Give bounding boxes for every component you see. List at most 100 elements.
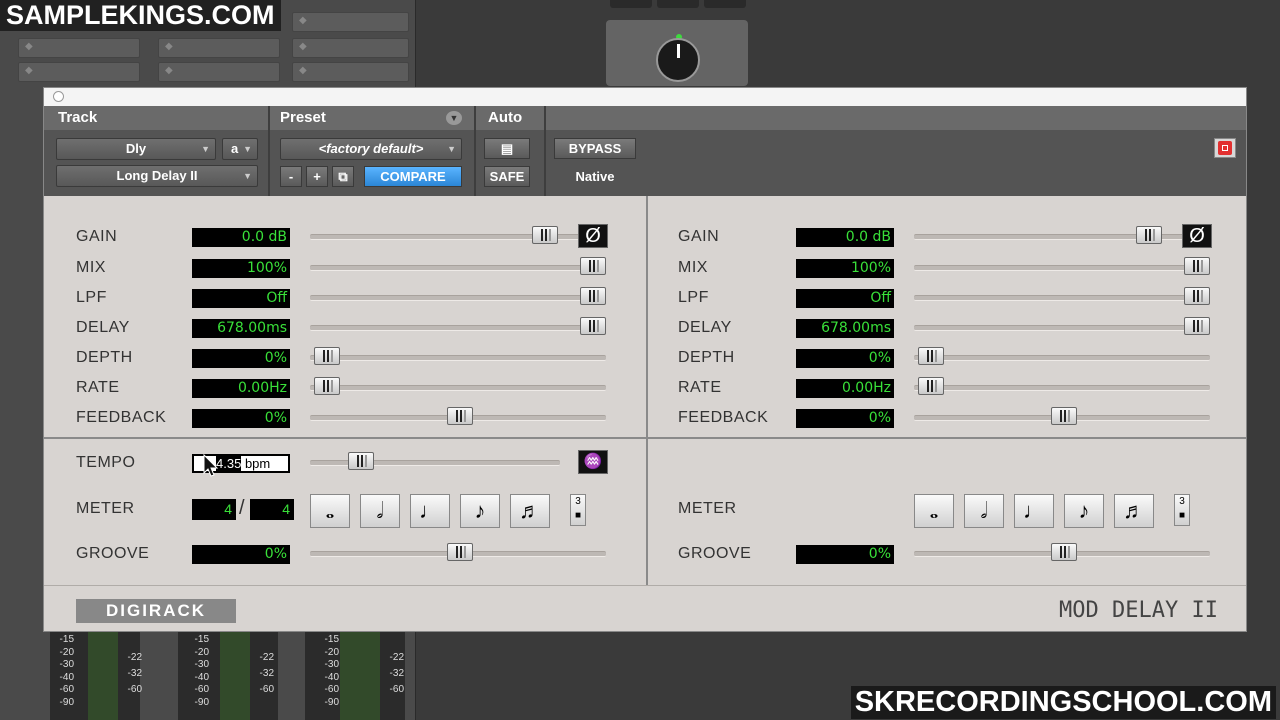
depth-slider-thumb-right[interactable] — [918, 347, 944, 365]
mix-slider[interactable] — [310, 265, 606, 271]
mix-value[interactable]: 100% — [192, 259, 290, 278]
bypass-button[interactable]: BYPASS — [554, 138, 636, 159]
scale-tick: -40 — [59, 671, 74, 683]
mix-value-right[interactable]: 100% — [796, 259, 894, 278]
tempo-slider-thumb[interactable] — [348, 452, 374, 470]
depth-value-right[interactable]: 0% — [796, 349, 894, 368]
top-button[interactable] — [704, 0, 746, 8]
depth-slider-right[interactable] — [914, 355, 1210, 361]
rate-slider-thumb[interactable] — [314, 377, 340, 395]
insert-slot[interactable]: ◆ — [18, 62, 140, 82]
lpf-slider-right[interactable] — [914, 295, 1210, 301]
insert-slot[interactable]: ◆ — [292, 12, 409, 32]
level-meter — [340, 632, 380, 720]
gain-slider-thumb-right[interactable] — [1136, 226, 1162, 244]
track-name-dropdown[interactable]: Dly ▼ — [56, 138, 216, 160]
feedback-slider-thumb[interactable] — [447, 407, 473, 425]
gain-slider-thumb[interactable] — [532, 226, 558, 244]
phase-invert-icon-right[interactable]: Ø — [1182, 224, 1212, 248]
triplet-icon[interactable]: 3 ■ — [570, 494, 586, 526]
delay-slider[interactable] — [310, 325, 606, 331]
depth-value[interactable]: 0% — [192, 349, 290, 368]
delay-slider-right[interactable] — [914, 325, 1210, 331]
rate-slider[interactable] — [310, 385, 606, 391]
pan-knob[interactable] — [656, 38, 700, 82]
insert-slot[interactable]: ◆ — [158, 38, 280, 58]
feedback-value[interactable]: 0% — [192, 409, 290, 428]
previous-preset-button[interactable]: - — [280, 166, 302, 187]
rate-value-right[interactable]: 0.00Hz — [796, 379, 894, 398]
window-close-icon[interactable] — [53, 91, 64, 102]
groove-slider-thumb[interactable] — [447, 543, 473, 561]
gain-value-right[interactable]: 0.0 dB — [796, 228, 894, 247]
mix-slider-right[interactable] — [914, 265, 1210, 271]
gain-value[interactable]: 0.0 dB — [192, 228, 290, 247]
scale-tick: -60 — [259, 684, 274, 695]
top-button[interactable] — [610, 0, 652, 8]
delay-slider-thumb[interactable] — [580, 317, 606, 335]
half-note-icon[interactable]: 𝅗𝅥 — [360, 494, 400, 528]
safe-button[interactable]: SAFE — [484, 166, 530, 187]
delay-value-right[interactable]: 678.00ms — [796, 319, 894, 338]
rate-value[interactable]: 0.00Hz — [192, 379, 290, 398]
mix-slider-thumb[interactable] — [580, 257, 606, 275]
insert-slot[interactable]: ◆ — [158, 62, 280, 82]
gain-label-right: GAIN — [678, 228, 720, 245]
scale-tick: -22 — [127, 652, 142, 663]
feedback-value-right[interactable]: 0% — [796, 409, 894, 428]
delay-value[interactable]: 678.00ms — [192, 319, 290, 338]
scale-tick: -90 — [324, 696, 339, 708]
watermark-bottom-right: SKRECORDINGSCHOOL.COM — [850, 686, 1276, 719]
slot-arrow: ◆ — [299, 15, 307, 26]
preset-dropdown[interactable]: <factory default> ▼ — [280, 138, 462, 160]
window-titlebar[interactable] — [44, 88, 1246, 107]
target-plugin-icon[interactable] — [1214, 138, 1236, 158]
lpf-value-right[interactable]: Off — [796, 289, 894, 308]
groove-value[interactable]: 0% — [192, 545, 290, 564]
gain-slider-right[interactable] — [914, 234, 1210, 240]
mix-slider-thumb-right[interactable] — [1184, 257, 1210, 275]
depth-slider[interactable] — [310, 355, 606, 361]
groove-value-right[interactable]: 0% — [796, 545, 894, 564]
scale-tick: -60 — [324, 684, 339, 695]
feedback-slider-thumb-right[interactable] — [1051, 407, 1077, 425]
sixteenth-note-icon[interactable]: ♬ — [510, 494, 550, 528]
whole-note-icon[interactable]: 𝅝 — [310, 494, 350, 528]
preset-menu-icon[interactable]: ▼ — [446, 111, 462, 125]
lpf-value[interactable]: Off — [192, 289, 290, 308]
lpf-slider-thumb[interactable] — [580, 287, 606, 305]
scale-tick: -40 — [194, 671, 209, 683]
top-button[interactable] — [657, 0, 699, 8]
next-preset-button[interactable]: + — [306, 166, 328, 187]
meter-denominator[interactable]: 4 — [250, 499, 294, 520]
rate-slider-right[interactable] — [914, 385, 1210, 391]
metronome-icon[interactable]: ♒ — [578, 450, 608, 474]
triplet-icon-right[interactable]: 3 ■ — [1174, 494, 1190, 526]
eighth-note-icon-right[interactable]: ♪ — [1064, 494, 1104, 528]
plugin-insert-dropdown[interactable]: Long Delay II ▼ — [56, 165, 258, 187]
sixteenth-note-icon-right[interactable]: ♬ — [1114, 494, 1154, 528]
quarter-note-icon-right[interactable]: ♩ — [1014, 494, 1054, 528]
meter-numerator[interactable]: 4 — [192, 499, 236, 520]
lpf-slider[interactable] — [310, 295, 606, 301]
gain-slider[interactable] — [310, 234, 606, 240]
whole-note-icon-right[interactable]: 𝅝 — [914, 494, 954, 528]
delay-slider-thumb-right[interactable] — [1184, 317, 1210, 335]
compare-button[interactable]: COMPARE — [364, 166, 462, 187]
copy-settings-icon[interactable]: ⧉ — [332, 166, 354, 187]
depth-slider-thumb[interactable] — [314, 347, 340, 365]
groove-slider-thumb-right[interactable] — [1051, 543, 1077, 561]
insert-slot[interactable]: ◆ — [292, 38, 409, 58]
lpf-slider-thumb-right[interactable] — [1184, 287, 1210, 305]
insert-slot[interactable]: ◆ — [292, 62, 409, 82]
automation-window-icon[interactable]: ▤ — [484, 138, 530, 159]
phase-invert-icon[interactable]: Ø — [578, 224, 608, 248]
channel-dropdown[interactable]: a ▼ — [222, 138, 258, 160]
divider — [474, 106, 476, 196]
scale-tick: -60 — [59, 684, 74, 695]
rate-slider-thumb-right[interactable] — [918, 377, 944, 395]
insert-slot[interactable]: ◆ — [18, 38, 140, 58]
half-note-icon-right[interactable]: 𝅗𝅥 — [964, 494, 1004, 528]
eighth-note-icon[interactable]: ♪ — [460, 494, 500, 528]
quarter-note-icon[interactable]: ♩ — [410, 494, 450, 528]
